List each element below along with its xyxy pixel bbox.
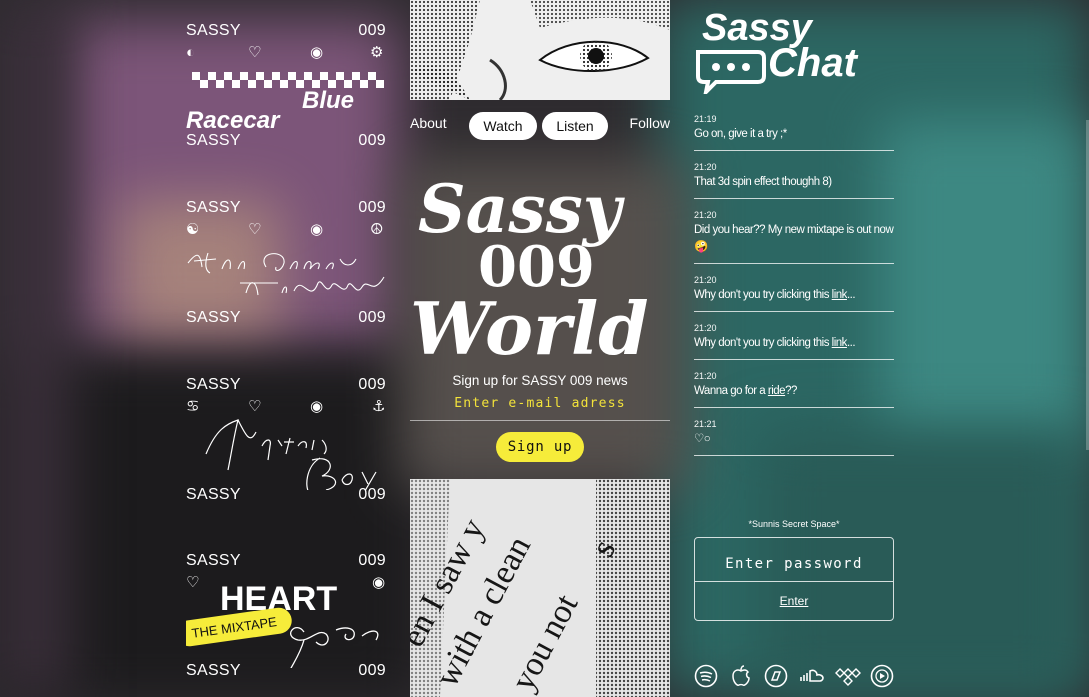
- chat-text: Why don't you try clicking this: [694, 289, 832, 301]
- password-form: Enter password Enter: [694, 537, 894, 621]
- album-brand: SASSY: [186, 309, 241, 326]
- main-nav: About Watch Listen Follow: [410, 112, 670, 142]
- chat-text: ♡○: [694, 433, 711, 445]
- chat-time: 21:19: [694, 114, 717, 124]
- nav-about[interactable]: About: [410, 115, 447, 131]
- album-card-blue-racecar[interactable]: SASSY 009 ◐ ♡ ◉ ⚙ Blue Racecar SASSY 009: [186, 22, 386, 172]
- album-card-mystery-boy[interactable]: SASSY 009 ♋ ♡ ◉ ⚓ SASSY 009: [186, 376, 386, 526]
- album-brand: SASSY: [186, 486, 241, 503]
- logo-line-world: World: [410, 286, 649, 362]
- album-brand: SASSY: [186, 662, 241, 679]
- chat-message: 21:19 Go on, give it a try ;*: [694, 112, 894, 151]
- chat-text: That 3d spin effect thoughh 8): [694, 176, 832, 188]
- tidal-icon[interactable]: [835, 664, 861, 688]
- signup-button[interactable]: Sign up: [496, 432, 584, 462]
- album-number: 009: [358, 22, 386, 39]
- streaming-links: [694, 664, 894, 690]
- album-number: 009: [358, 199, 386, 216]
- password-input[interactable]: Enter password: [695, 538, 893, 582]
- album-number: 009: [358, 552, 386, 569]
- speech-bubble-icon: [696, 50, 766, 94]
- album-number: 009: [358, 486, 386, 503]
- enter-button[interactable]: Enter: [695, 582, 893, 620]
- chat-text: Why don't you try clicking this: [694, 337, 832, 349]
- chat-text-suffix: ??: [785, 385, 797, 397]
- album-title-art: Blue Racecar: [186, 72, 384, 134]
- chat-text-suffix: ...: [846, 337, 856, 349]
- album-title-art: HEART THE MIXTAPE: [186, 580, 379, 668]
- album-number: 009: [358, 132, 386, 149]
- soundcloud-icon[interactable]: [799, 664, 824, 688]
- nav-listen-button[interactable]: Listen: [542, 112, 608, 140]
- album-brand: SASSY: [186, 552, 241, 569]
- sassy-009-world-logo: Sassy 009 World: [410, 170, 649, 362]
- nav-watch-button[interactable]: Watch: [469, 112, 537, 140]
- chat-time: 21:20: [694, 323, 717, 333]
- chat-link[interactable]: ride: [768, 385, 786, 397]
- page: SASSY 009 ◐ ♡ ◉ ⚙ Blue Racecar SASSY 009…: [0, 0, 1089, 697]
- album-brand: SASSY: [186, 22, 241, 39]
- nav-follow[interactable]: Follow: [630, 115, 670, 131]
- album-title-art: [187, 252, 385, 296]
- chat-log: 21:19 Go on, give it a try ;* 21:20 That…: [694, 112, 894, 465]
- newspaper-halftone-photo: with a clean en I saw y you not s: [410, 479, 670, 697]
- album-title-text: Blue: [302, 87, 354, 114]
- chat-text: Go on, give it a try ;*: [694, 128, 787, 140]
- spotify-icon[interactable]: [694, 664, 718, 688]
- album-number: 009: [358, 662, 386, 679]
- youtube-music-icon[interactable]: [870, 664, 894, 688]
- chat-time: 21:20: [694, 371, 717, 381]
- chat-message: 21:20 That 3d spin effect thoughh 8): [694, 160, 894, 199]
- chat-message: 21:20 Why don't you try clicking this li…: [694, 321, 894, 360]
- eye-halftone-photo: [410, 0, 670, 100]
- chat-text: Did you hear?? My new mixtape is out now…: [694, 224, 894, 253]
- album-number: 009: [358, 376, 386, 393]
- chat-time: 21:20: [694, 162, 717, 172]
- email-input[interactable]: Enter e-mail adress: [410, 394, 670, 421]
- secret-space-label: *Sunnis Secret Space*: [748, 519, 840, 529]
- chat-message: 21:20 Did you hear?? My new mixtape is o…: [694, 208, 894, 264]
- album-card-here-comes-the-weekend[interactable]: SASSY 009 ☯ ♡ ◉ ☮ SASSY 009: [186, 199, 386, 349]
- chat-time: 21:20: [694, 210, 717, 220]
- album-brand: SASSY: [186, 199, 241, 216]
- chat-time: 21:21: [694, 419, 717, 429]
- chat-link[interactable]: link: [832, 289, 848, 301]
- newsletter-label: Sign up for SASSY 009 news: [452, 373, 628, 388]
- chat-text-suffix: ...: [846, 289, 856, 301]
- album-card-heart-ego[interactable]: SASSY 009 ♡ ◉ HEART THE MIXTAPE SASSY 00…: [186, 552, 386, 697]
- album-brand: SASSY: [186, 132, 241, 149]
- chat-message: 21:20 Wanna go for a ride??: [694, 369, 894, 408]
- deezer-icon[interactable]: [764, 664, 788, 688]
- chat-text: Wanna go for a: [694, 385, 768, 397]
- apple-music-icon[interactable]: [729, 664, 753, 688]
- album-brand: SASSY: [186, 376, 241, 393]
- chat-message: 21:21 ♡○: [694, 417, 894, 456]
- chat-time: 21:20: [694, 275, 717, 285]
- album-title-text-2: Racecar: [186, 107, 281, 134]
- chat-link[interactable]: link: [832, 337, 848, 349]
- chat-logo-line-chat: Chat: [768, 41, 859, 85]
- chat-message: 21:20 Why don't you try clicking this li…: [694, 273, 894, 312]
- sassy-chat-logo: Sassy Chat: [696, 7, 859, 94]
- album-title-art: [205, 419, 377, 490]
- album-number: 009: [358, 309, 386, 326]
